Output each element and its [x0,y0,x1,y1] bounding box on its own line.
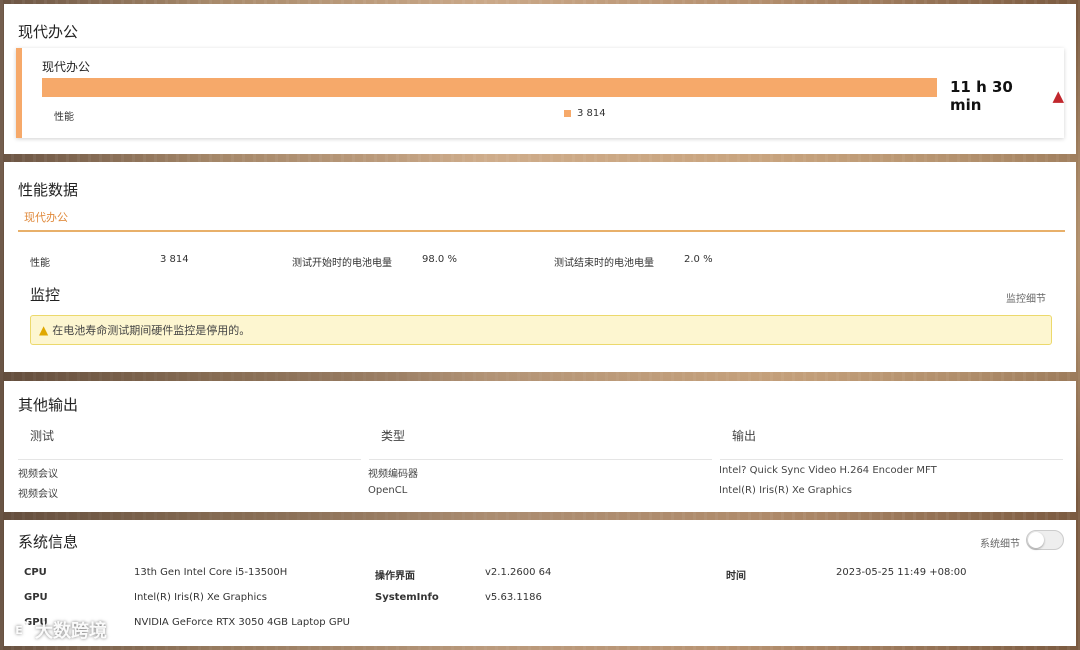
watermark-text: 大数跨境 [35,621,107,642]
header-divider [720,459,1063,460]
metric-value: 2.0 % [684,254,713,265]
test-name: 现代办公 [42,60,91,74]
performance-label: 性能 [54,112,74,123]
performance-score: 3 814 [564,108,606,119]
other-output-panel: 其他输出 测试 类型 输出 视频会议 视频编码器 Intel? Quick Sy… [4,381,1076,512]
sys-value-systeminfo: v5.63.1186 [485,592,542,603]
battery-life-duration: 11 h 30 min [950,78,1013,114]
panel-title: 性能数据 [18,181,79,199]
table-cell: 视频编码器 [368,469,418,480]
column-header-output: 输出 [732,429,757,443]
watermark-logo-icon: E [8,619,30,641]
performance-data-panel: 性能数据 现代办公 性能 3 814 测试开始时的电池电量 98.0 % 测试结… [4,162,1076,372]
table-cell: 视频会议 [18,469,58,480]
sys-key-ui: 操作界面 [375,571,415,582]
header-divider [18,459,361,460]
system-details-label: 系统细节 [980,539,1020,550]
metric-label: 测试开始时的电池电量 [292,258,392,269]
header-divider [369,459,712,460]
panel-title: 现代办公 [18,23,79,41]
sys-value-gpu: NVIDIA GeForce RTX 3050 4GB Laptop GPU [134,617,350,628]
system-info-panel: 系统信息 系统细节 CPU 13th Gen Intel Core i5-135… [4,520,1076,646]
table-cell: OpenCL [368,485,408,496]
legend-square-icon [564,110,571,117]
column-header-type: 类型 [381,429,406,443]
sys-value-cpu: 13th Gen Intel Core i5-13500H [134,567,288,578]
sys-value-gpu: Intel(R) Iris(R) Xe Graphics [134,592,267,603]
column-header-test: 测试 [30,429,55,443]
metric-label: 性能 [30,258,50,269]
sys-key-systeminfo: SystemInfo [375,592,439,603]
sys-key-cpu: CPU [24,567,47,578]
alert-text: 在电池寿命测试期间硬件监控是停用的。 [52,324,251,337]
metric-label: 测试结束时的电池电量 [554,258,654,269]
tab-underline [18,230,1065,232]
monitoring-details-link[interactable]: 监控细节 [1006,290,1046,305]
battery-life-bar [42,78,937,97]
sys-key-gpu: GPU [24,592,48,603]
table-cell: 视频会议 [18,489,58,500]
battery-result-panel: 现代办公 现代办公 11 h 30 min ▲ 性能 3 814 [4,4,1076,154]
watermark: E 大数跨境 [8,617,107,643]
table-cell: Intel? Quick Sync Video H.264 Encoder MF… [719,465,937,476]
panel-title: 系统信息 [18,533,79,551]
sys-key-time: 时间 [726,571,746,582]
monitoring-title: 监控 [30,286,61,304]
toggle-knob [1028,532,1044,548]
sys-value-time: 2023-05-25 11:49 +08:00 [836,567,967,578]
battery-life-bar-fill [42,78,937,97]
sys-value-ui: v2.1.2600 64 [485,567,552,578]
tab-modern-office[interactable]: 现代办公 [24,209,68,225]
warning-icon: ▲ [39,323,49,337]
panel-title: 其他输出 [18,396,79,414]
performance-score-value: 3 814 [577,108,606,119]
metric-value: 98.0 % [422,254,457,265]
battery-life-value: 11 h 30 min ▲ [950,78,1064,114]
test-result-card: 现代办公 11 h 30 min ▲ 性能 3 814 [16,48,1064,138]
metric-value: 3 814 [160,254,189,265]
system-details-toggle[interactable] [1026,530,1064,550]
table-cell: Intel(R) Iris(R) Xe Graphics [719,485,852,496]
warning-icon[interactable]: ▲ [1052,87,1064,105]
monitoring-disabled-alert: ▲ 在电池寿命测试期间硬件监控是停用的。 [30,315,1052,345]
